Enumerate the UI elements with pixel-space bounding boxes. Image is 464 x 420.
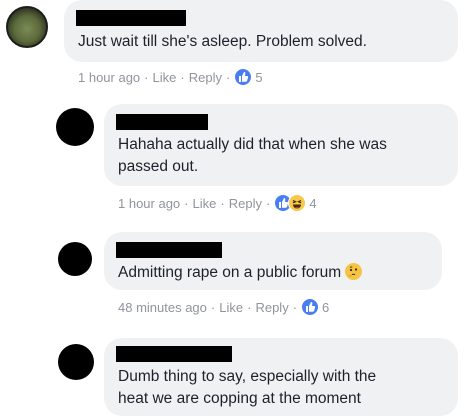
separator: · <box>265 195 271 211</box>
like-link[interactable]: Like <box>193 196 217 211</box>
reply-link[interactable]: Reply <box>189 70 222 85</box>
separator: · <box>180 69 185 85</box>
separator: · <box>225 69 231 85</box>
comment-bubble: Admitting rape on a public forum <box>104 232 442 290</box>
comment-text: Hahaha actually did that when she was pa… <box>118 136 387 175</box>
commenter-avatar[interactable] <box>58 242 92 276</box>
comment-text: Just wait till she's asleep. Problem sol… <box>78 33 367 50</box>
comment-meta: 1 hour ago · Like · Reply · 4 <box>118 194 317 212</box>
redacted-author-name <box>116 242 222 258</box>
reaction-count: 5 <box>255 69 263 85</box>
comment-text: Admitting rape on a public forum <box>118 262 363 284</box>
reaction-count: 4 <box>309 195 317 211</box>
separator: · <box>184 195 189 211</box>
like-link[interactable]: Like <box>153 70 177 85</box>
thinking-face-icon <box>345 263 363 280</box>
separator: · <box>220 195 225 211</box>
separator: · <box>210 299 216 315</box>
reply-link[interactable]: Reply <box>229 196 262 211</box>
like-icon <box>301 298 320 316</box>
comment-timestamp[interactable]: 48 minutes ago <box>118 300 207 315</box>
comment-bubble: Just wait till she's asleep. Problem sol… <box>64 0 458 62</box>
like-link[interactable]: Like <box>219 300 243 315</box>
commenter-avatar[interactable] <box>58 344 94 380</box>
comment-bubble: Dumb thing to say, especially with the h… <box>104 338 458 416</box>
comment-timestamp[interactable]: 1 hour ago <box>118 196 180 211</box>
separator: · <box>247 299 252 315</box>
redacted-author-name <box>76 10 186 26</box>
comment-bubble: Hahaha actually did that when she was pa… <box>104 104 458 186</box>
commenter-avatar[interactable] <box>6 6 48 48</box>
comment-timestamp[interactable]: 1 hour ago <box>78 70 140 85</box>
comment-meta: 1 hour ago · Like · Reply · 5 <box>78 68 263 86</box>
redacted-author-name <box>116 114 208 130</box>
reaction-summary[interactable]: 5 <box>234 68 263 86</box>
reaction-summary[interactable]: 6 <box>301 298 329 316</box>
separator: · <box>292 299 298 315</box>
comment-meta: 48 minutes ago · Like · Reply · 6 <box>118 298 329 316</box>
reaction-summary[interactable]: 4 <box>274 194 317 212</box>
comment-text: Dumb thing to say, especially with the h… <box>118 368 377 407</box>
haha-icon <box>288 194 307 212</box>
reply-link[interactable]: Reply <box>255 300 288 315</box>
redacted-author-name <box>116 346 232 362</box>
reaction-count: 6 <box>322 299 330 315</box>
comment-text-content: Admitting rape on a public forum <box>118 264 342 281</box>
separator: · <box>144 69 149 85</box>
like-icon <box>234 68 253 86</box>
commenter-avatar[interactable] <box>56 108 94 146</box>
